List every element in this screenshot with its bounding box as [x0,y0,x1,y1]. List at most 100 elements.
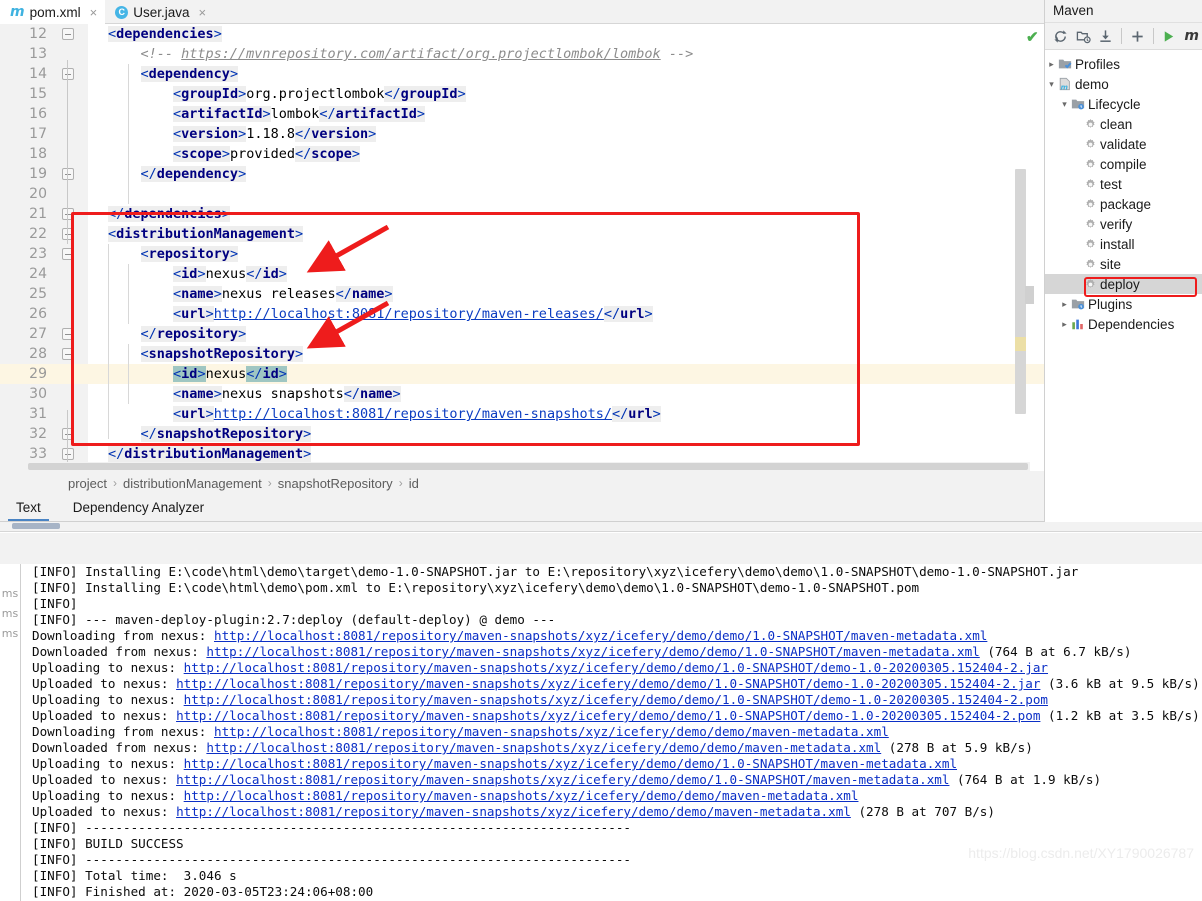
code-editor[interactable]: 12 13 14 15 16 17 18 19 20 21 22 23 24 25 26 27 28 29 30 31… [0,24,1044,471]
code-content[interactable]: <dependencies> <!-- https://mvnrepositor… [88,24,1044,471]
tab-dependency-analyzer[interactable]: Dependency Analyzer [57,495,220,521]
console-link[interactable]: http://localhost:8081/repository/maven-s… [176,676,1040,691]
fold-row[interactable] [55,144,88,164]
console-link[interactable]: http://localhost:8081/repository/maven-s… [184,756,957,771]
breadcrumb-item-project[interactable]: project [68,476,107,491]
fold-row[interactable] [55,324,88,344]
console-link[interactable]: http://localhost:8081/repository/maven-s… [214,628,987,643]
close-icon[interactable]: × [198,5,206,20]
reload-icon[interactable] [1050,25,1071,47]
maven-tree-item-profiles[interactable]: ▸ Profiles [1045,54,1202,74]
chevron-down-icon[interactable]: ▾ [1045,79,1058,90]
console-line: [INFO] [32,596,78,611]
breadcrumb-item-distributionmanagement[interactable]: distributionManagement [123,476,262,491]
fold-row[interactable] [55,364,88,384]
fold-minus-icon[interactable] [62,208,74,220]
chevron-right-icon[interactable]: ▸ [1045,59,1058,70]
tab-text[interactable]: Text [0,495,57,521]
fold-row[interactable] [55,384,88,404]
maven-tree-item-install[interactable]: install [1045,234,1202,254]
breadcrumb: project › distributionManagement › snaps… [0,471,1044,495]
maven-tree-item-validate[interactable]: validate [1045,134,1202,154]
fold-row[interactable] [55,424,88,444]
fold-row[interactable] [55,344,88,364]
console-line: [INFO] --- maven-deploy-plugin:2.7:deplo… [32,612,556,627]
maven-tree-item-compile[interactable]: compile [1045,154,1202,174]
console-link[interactable]: http://localhost:8081/repository/maven-s… [184,660,1048,675]
console-horizontal-scrollbar[interactable] [0,522,1202,532]
execute-maven-goal-icon[interactable]: m [1181,25,1202,47]
console-link[interactable]: http://localhost:8081/repository/maven-s… [214,724,889,739]
code-line: </snapshotRepository> [140,426,312,442]
maven-tree-item-clean[interactable]: clean [1045,114,1202,134]
generate-sources-icon[interactable] [1073,25,1094,47]
maven-tree-item-package[interactable]: package [1045,194,1202,214]
maven-tree-item-site[interactable]: site [1045,254,1202,274]
fold-minus-icon[interactable] [62,228,74,240]
fold-row[interactable] [55,244,88,264]
console-link[interactable]: http://localhost:8081/repository/maven-s… [176,708,1040,723]
fold-minus-icon[interactable] [62,448,74,460]
line-number: 14 [29,66,47,82]
console-hscroll-thumb[interactable] [12,523,60,529]
console-link[interactable]: http://localhost:8081/repository/maven-s… [176,804,851,819]
fold-row[interactable] [55,64,88,84]
fold-row[interactable] [55,104,88,124]
close-icon[interactable]: × [90,5,98,20]
fold-row[interactable] [55,124,88,144]
maven-tree-item-test[interactable]: test [1045,174,1202,194]
maven-tree-item-dependencies[interactable]: ▸ Dependencies [1045,314,1202,334]
fold-minus-icon[interactable] [62,68,74,80]
fold-row[interactable] [55,284,88,304]
fold-row[interactable] [55,404,88,424]
code-line: </repository> [140,326,247,342]
fold-row[interactable] [55,184,88,204]
maven-tree-item-deploy[interactable]: deploy [1045,274,1202,294]
maven-tree-item-demo[interactable]: ▾ m demo [1045,74,1202,94]
add-maven-project-icon[interactable] [1127,25,1148,47]
fold-row[interactable] [55,444,88,464]
fold-row[interactable] [55,224,88,244]
console-link[interactable]: http://localhost:8081/repository/maven-s… [206,740,881,755]
console-link[interactable]: http://localhost:8081/repository/maven-s… [176,772,949,787]
code-line: <distributionManagement> [108,226,304,242]
fold-row[interactable] [55,44,88,64]
fold-row[interactable] [55,24,88,44]
fold-row[interactable] [55,204,88,224]
editor-hscroll-thumb[interactable] [28,463,1028,470]
chevron-right-icon[interactable]: ▸ [1058,319,1071,330]
fold-minus-icon[interactable] [62,28,74,40]
code-line: <!-- https://mvnrepository.com/artifact/… [140,46,694,62]
code-folding-gutter[interactable] [55,24,88,471]
line-number: 29 [0,364,55,384]
maven-tree-item-plugins[interactable]: ▸ Plugins [1045,294,1202,314]
breadcrumb-item-snapshotrepository[interactable]: snapshotRepository [278,476,393,491]
console-link[interactable]: http://localhost:8081/repository/maven-s… [206,644,979,659]
maven-tree-item-verify[interactable]: verify [1045,214,1202,234]
fold-minus-icon[interactable] [62,428,74,440]
fold-minus-icon[interactable] [62,348,74,360]
fold-connector [67,174,68,244]
console-line: [INFO] ---------------------------------… [32,820,631,835]
fold-minus-icon[interactable] [62,328,74,340]
chevron-down-icon[interactable]: ▾ [1058,99,1071,110]
download-sources-icon[interactable] [1095,25,1116,47]
chevron-right-icon[interactable]: ▸ [1058,299,1071,310]
maven-project-tree[interactable]: ▸ Profiles ▾ m demo ▾ Lifecycle clean validate co… [1045,50,1202,334]
fold-row[interactable] [55,304,88,324]
run-icon[interactable] [1159,25,1180,47]
fold-minus-icon[interactable] [62,168,74,180]
fold-row[interactable] [55,164,88,184]
fold-row[interactable] [55,84,88,104]
line-number: 27 [29,326,47,342]
maven-tree-item-lifecycle[interactable]: ▾ Lifecycle [1045,94,1202,114]
fold-row[interactable] [55,264,88,284]
console-link[interactable]: http://localhost:8081/repository/maven-s… [184,788,859,803]
breadcrumb-item-id[interactable]: id [409,476,419,491]
tab-pom-xml[interactable]: m pom.xml × [0,0,106,24]
fold-minus-icon[interactable] [62,248,74,260]
console-line-suffix: (1.2 kB at 3.5 kB/s) [1040,708,1200,723]
editor-horizontal-scrollbar[interactable] [0,462,1030,471]
tab-user-java[interactable]: C User.java × [105,0,214,24]
console-link[interactable]: http://localhost:8081/repository/maven-s… [184,692,1048,707]
